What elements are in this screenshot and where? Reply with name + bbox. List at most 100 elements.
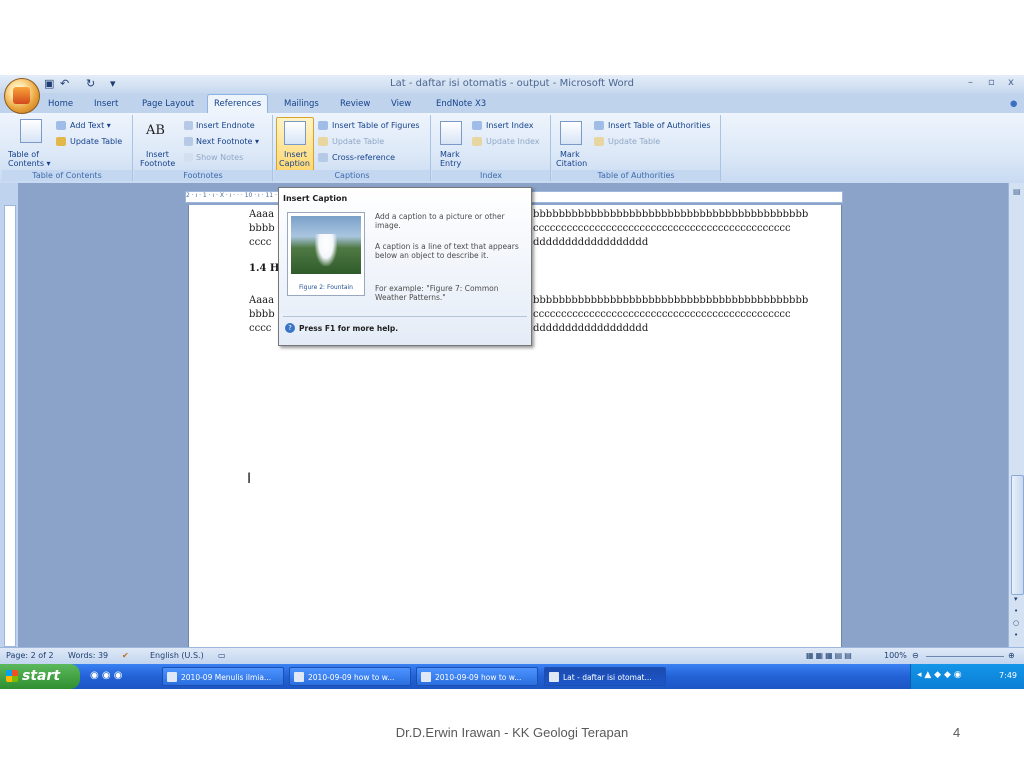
taskbar-item[interactable]: 2010-09 Menulis ilmia... bbox=[162, 667, 284, 686]
doc-line: dddddddddddddddddd bbox=[533, 237, 649, 248]
close-button[interactable]: x bbox=[1008, 77, 1014, 88]
show-notes-button[interactable]: Show Notes bbox=[196, 153, 243, 162]
group-label: Index bbox=[432, 170, 550, 181]
table-of-contents-icon bbox=[20, 119, 42, 143]
zoom-in-icon[interactable]: ⊕ bbox=[1008, 651, 1015, 660]
doc-line: cccccccccccccccccccccccccccccccccccccccc… bbox=[533, 223, 791, 234]
insert-caption-label-1[interactable]: Insert bbox=[284, 150, 307, 159]
doc-line: Aaaa bbox=[249, 295, 275, 306]
add-text-icon bbox=[56, 121, 66, 130]
tab-mailings[interactable]: Mailings bbox=[284, 99, 319, 109]
mark-entry-label-2[interactable]: Entry bbox=[440, 159, 461, 168]
update-table-icon bbox=[56, 137, 66, 146]
word-doc-icon bbox=[294, 672, 304, 682]
word-count[interactable]: Words: 39 bbox=[68, 651, 108, 660]
doc-line: cccc bbox=[249, 323, 272, 334]
scroll-down-icon[interactable]: ▾ bbox=[1014, 595, 1018, 603]
language[interactable]: English (U.S.) bbox=[150, 651, 204, 660]
zoom-level[interactable]: 100% bbox=[884, 651, 907, 660]
tab-home[interactable]: Home bbox=[48, 99, 73, 109]
group-table-of-authorities: Mark Citation Insert Table of Authoritie… bbox=[552, 115, 721, 181]
group-captions: Insert Caption Insert Table of Figures U… bbox=[274, 115, 431, 181]
restore-button[interactable]: ▫ bbox=[988, 77, 995, 88]
word-screenshot: ▣ ↶ ↻ ▾ Lat - daftar isi otomatis - outp… bbox=[0, 75, 1024, 689]
doc-line: bbbb bbox=[249, 223, 275, 234]
insert-endnote-button[interactable]: Insert Endnote bbox=[196, 121, 255, 130]
folder-icon bbox=[167, 672, 177, 682]
update-table-authorities-button[interactable]: Update Table bbox=[608, 137, 660, 146]
cross-reference-icon bbox=[318, 153, 328, 162]
doc-line: cccccccccccccccccccccccccccccccccccccccc… bbox=[533, 309, 791, 320]
mark-entry-label-1[interactable]: Mark bbox=[440, 150, 460, 159]
insert-caption-icon bbox=[284, 121, 306, 145]
taskbar-item-active[interactable]: Lat - daftar isi otomat... bbox=[544, 667, 666, 686]
tab-endnote[interactable]: EndNote X3 bbox=[436, 99, 486, 109]
taskbar-item-label: 2010-09 Menulis ilmia... bbox=[181, 673, 272, 682]
zoom-slider[interactable] bbox=[926, 656, 1004, 657]
next-page-icon[interactable]: • bbox=[1014, 631, 1018, 639]
insert-table-of-authorities-button[interactable]: Insert Table of Authorities bbox=[608, 121, 711, 130]
clock[interactable]: 7:49 bbox=[999, 671, 1017, 680]
insert-caption-label-2[interactable]: Caption bbox=[279, 159, 310, 168]
next-footnote-button[interactable]: Next Footnote ▾ bbox=[196, 137, 259, 146]
tray-icons[interactable]: ◂ ▲ ◆ ◆ ◉ bbox=[917, 670, 962, 680]
insert-index-icon bbox=[472, 121, 482, 130]
table-of-figures-icon bbox=[318, 121, 328, 130]
zoom-out-icon[interactable]: ⊖ bbox=[912, 651, 919, 660]
update-table-button[interactable]: Update Table bbox=[70, 137, 122, 146]
tooltip-help: Press F1 for more help. bbox=[299, 324, 399, 333]
taskbar-item[interactable]: 2010-09-09 how to w... bbox=[416, 667, 538, 686]
ruler-toggle-icon[interactable]: ▤ bbox=[1013, 187, 1021, 196]
toc-label-1[interactable]: Table of bbox=[8, 150, 39, 159]
doc-line: bbbbbbbbbbbbbbbbbbbbbbbbbbbbbbbbbbbbbbbb… bbox=[533, 295, 809, 306]
doc-line: Aaaa bbox=[249, 209, 275, 220]
scrollbar-thumb[interactable] bbox=[1011, 475, 1024, 595]
window-title: Lat - daftar isi otomatis - output - Mic… bbox=[390, 78, 634, 89]
page-count[interactable]: Page: 2 of 2 bbox=[6, 651, 54, 660]
add-text-button[interactable]: Add Text ▾ bbox=[70, 121, 111, 130]
tooltip-text-1: Add a caption to a picture or other imag… bbox=[375, 212, 505, 230]
doc-line: dddddddddddddddddd bbox=[533, 323, 649, 334]
minimize-button[interactable]: – bbox=[968, 77, 973, 88]
group-label: Captions bbox=[274, 170, 430, 181]
tab-references[interactable]: References bbox=[207, 94, 269, 113]
insert-endnote-icon bbox=[184, 121, 193, 130]
quick-launch-icons[interactable]: ◉ ◉ ◉ bbox=[90, 670, 123, 681]
cross-reference-button[interactable]: Cross-reference bbox=[332, 153, 395, 162]
view-buttons[interactable]: ▦▦▦▤▤ bbox=[806, 651, 854, 660]
help-icon[interactable]: ● bbox=[1010, 99, 1017, 109]
taskbar-item[interactable]: 2010-09-09 how to w... bbox=[289, 667, 411, 686]
insert-footnote-label-1[interactable]: Insert bbox=[146, 150, 169, 159]
slide-number: 4 bbox=[953, 725, 961, 740]
start-button[interactable]: start bbox=[0, 664, 80, 689]
vertical-ruler[interactable] bbox=[4, 205, 16, 647]
tooltip-text-2: A caption is a line of text that appears… bbox=[375, 242, 519, 260]
insert-footnote-label-2[interactable]: Footnote bbox=[140, 159, 175, 168]
mark-entry-icon bbox=[440, 121, 462, 145]
update-index-button[interactable]: Update Index bbox=[486, 137, 540, 146]
insert-index-button[interactable]: Insert Index bbox=[486, 121, 534, 130]
tab-view[interactable]: View bbox=[391, 99, 411, 109]
macro-icon[interactable]: ▭ bbox=[218, 651, 226, 660]
doc-line: bbbb bbox=[249, 309, 275, 320]
show-notes-icon bbox=[184, 153, 193, 162]
tooltip-image-caption: Figure 2: Fountain bbox=[299, 284, 353, 291]
vertical-scrollbar[interactable]: ▤ ▾ • ○ • bbox=[1008, 183, 1024, 647]
mark-citation-label-2[interactable]: Citation bbox=[556, 159, 587, 168]
toc-label-2[interactable]: Contents ▾ bbox=[8, 159, 51, 168]
select-browse-object-icon[interactable]: ○ bbox=[1013, 619, 1019, 627]
office-button[interactable] bbox=[4, 78, 40, 114]
tab-insert[interactable]: Insert bbox=[94, 99, 118, 109]
tab-page-layout[interactable]: Page Layout bbox=[142, 99, 194, 109]
fountain-icon bbox=[315, 234, 337, 266]
insert-footnote-icon: AB bbox=[146, 123, 165, 138]
prev-page-icon[interactable]: • bbox=[1014, 607, 1018, 615]
update-table-figures-button[interactable]: Update Table bbox=[332, 137, 384, 146]
proofing-icon[interactable]: ✔ bbox=[122, 651, 129, 660]
tab-review[interactable]: Review bbox=[340, 99, 370, 109]
insert-table-of-figures-button[interactable]: Insert Table of Figures bbox=[332, 121, 420, 130]
group-footnotes: AB Insert Footnote Insert Endnote Next F… bbox=[134, 115, 273, 181]
tooltip-text-3: For example: "Figure 7: Common Weather P… bbox=[375, 284, 499, 302]
mark-citation-label-1[interactable]: Mark bbox=[560, 150, 580, 159]
ribbon: Table of Contents ▾ Add Text ▾ Update Ta… bbox=[0, 113, 1024, 184]
